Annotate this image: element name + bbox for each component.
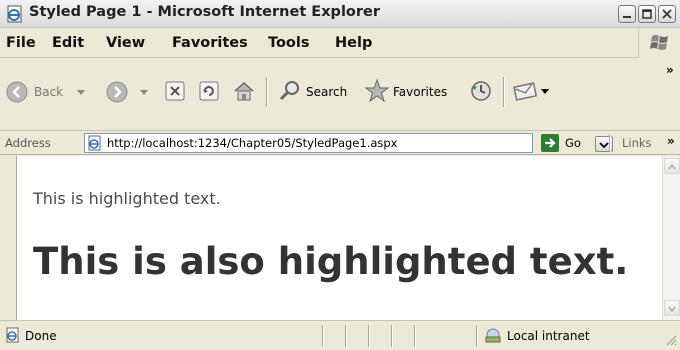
menu-file[interactable]: File (6, 35, 36, 51)
toolbar-overflow-chevron[interactable]: » (666, 63, 674, 77)
windows-logo-box (638, 28, 680, 58)
address-label: Address (5, 136, 51, 150)
home-icon (234, 81, 254, 101)
status-pane-divider (368, 325, 370, 347)
vertical-scrollbar[interactable] (662, 156, 680, 320)
page-done-icon (6, 327, 19, 343)
status-pane-divider (414, 325, 416, 347)
back-dropdown-icon[interactable] (77, 90, 85, 95)
resize-grip-icon[interactable] (664, 333, 678, 347)
close-button[interactable] (658, 5, 676, 23)
history-button[interactable] (469, 79, 493, 103)
favorites-label[interactable]: Favorites (393, 85, 447, 99)
search-icon (279, 81, 299, 101)
title-bar[interactable]: Styled Page 1 - Microsoft Internet Explo… (0, 0, 680, 28)
address-separator (609, 134, 611, 152)
scroll-down-button[interactable] (664, 300, 680, 316)
go-arrow-icon (545, 138, 556, 148)
ie-page-icon (7, 5, 22, 23)
forward-dropdown-icon[interactable] (140, 90, 148, 95)
links-overflow-chevron[interactable]: » (667, 134, 675, 148)
stop-button[interactable] (164, 80, 186, 102)
maximize-button[interactable] (638, 5, 656, 23)
status-pane-divider (391, 325, 393, 347)
home-button[interactable] (232, 79, 256, 103)
chevron-down-icon (668, 306, 676, 313)
browser-window: Styled Page 1 - Microsoft Internet Explo… (0, 0, 680, 350)
highlighted-heading: This is also highlighted text. (33, 240, 629, 283)
status-pane-divider (476, 325, 478, 347)
status-pane-divider (345, 325, 347, 347)
menu-edit[interactable]: Edit (52, 35, 84, 51)
status-pane-divider (322, 325, 324, 347)
mail-button[interactable] (513, 80, 538, 102)
refresh-button[interactable] (198, 80, 220, 102)
local-intranet-icon (485, 328, 501, 343)
back-label[interactable]: Back (34, 85, 63, 99)
links-label[interactable]: Links (622, 136, 652, 150)
back-button[interactable] (6, 81, 28, 103)
forward-arrow-icon (106, 81, 128, 103)
highlighted-text: This is highlighted text. (33, 189, 221, 208)
go-label[interactable]: Go (565, 136, 581, 150)
history-icon (471, 81, 491, 101)
maximize-icon (642, 9, 652, 19)
address-url[interactable]: http://localhost:1234/Chapter05/StyledPa… (107, 136, 398, 150)
address-bar: Address http://localhost:1234/Chapter05/… (0, 131, 680, 155)
close-icon (662, 9, 672, 19)
toolbar-separator (266, 77, 268, 107)
status-text: Done (25, 329, 57, 343)
security-zone-text: Local intranet (507, 329, 590, 343)
page-icon (88, 135, 101, 151)
back-arrow-icon (6, 81, 28, 103)
chevron-up-icon (668, 163, 676, 170)
minimize-icon (623, 16, 631, 18)
standard-toolbar: Back Search Favorites » (0, 59, 680, 131)
scroll-up-button[interactable] (664, 158, 680, 174)
mail-dropdown-icon[interactable] (541, 89, 549, 94)
window-title: Styled Page 1 - Microsoft Internet Explo… (29, 4, 381, 20)
favorites-star-icon (364, 78, 390, 103)
toolbar-separator-2 (503, 77, 505, 107)
left-frame (0, 156, 16, 320)
mail-icon (513, 82, 538, 101)
menu-favorites[interactable]: Favorites (172, 35, 248, 51)
favorites-button[interactable] (364, 78, 390, 104)
search-button[interactable] (278, 79, 302, 103)
address-input[interactable]: http://localhost:1234/Chapter05/StyledPa… (84, 133, 613, 153)
search-label[interactable]: Search (306, 85, 347, 99)
refresh-icon (199, 81, 219, 101)
page-content: This is highlighted text. This is also h… (16, 156, 662, 320)
menu-bar: File Edit View Favorites Tools Help (0, 28, 680, 58)
minimize-button[interactable] (618, 5, 636, 23)
go-button[interactable] (541, 134, 559, 152)
menu-tools[interactable]: Tools (268, 35, 310, 51)
status-bar: Done Local intranet (0, 320, 680, 350)
menu-view[interactable]: View (106, 35, 145, 51)
menu-help[interactable]: Help (335, 35, 372, 51)
stop-icon (165, 81, 185, 101)
forward-button[interactable] (106, 81, 128, 103)
windows-flag-icon (650, 35, 668, 50)
